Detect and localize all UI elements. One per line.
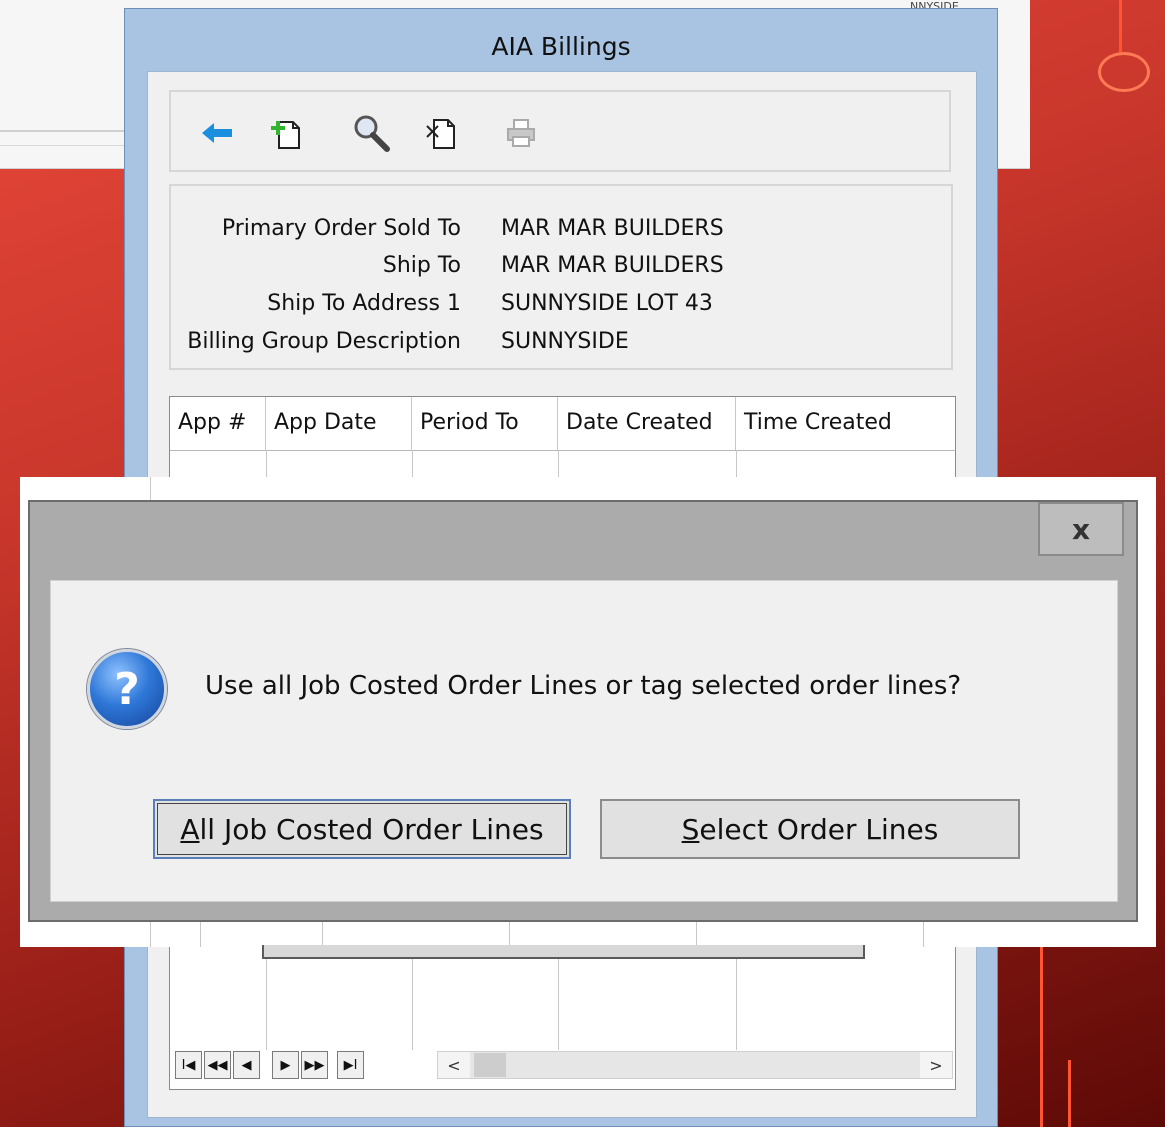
select-order-lines-button[interactable]: Select Order Lines [600,799,1020,859]
confirmation-dialog: x ? Use all Job Costed Order Lines or ta… [28,500,1138,922]
column-header-date-created[interactable]: Date Created [558,397,736,450]
column-header-period-to[interactable]: Period To [412,397,558,450]
button-accelerator: A [180,812,200,846]
delete-document-icon[interactable] [421,114,461,152]
billing-group-description-label: Billing Group Description [187,329,461,354]
scroll-left-button[interactable]: < [438,1052,470,1078]
grid-navigation-bar: I◀ ◀◀ ◀ ▶ ▶▶ ▶I < > [175,1051,953,1081]
decorative-line [1119,0,1122,52]
ship-to-value: MAR MAR BUILDERS [501,253,724,278]
column-header-app-date[interactable]: App Date [266,397,412,450]
info-row: Ship To MAR MAR BUILDERS [171,253,951,283]
info-row: Primary Order Sold To MAR MAR BUILDERS [171,216,951,246]
next-record-button[interactable]: ▶ [272,1051,299,1079]
first-record-button[interactable]: I◀ [175,1051,202,1079]
toolbar [169,90,951,172]
last-record-button[interactable]: ▶I [337,1051,364,1079]
all-job-costed-order-lines-button[interactable]: All Job Costed Order Lines [153,799,571,859]
dialog-message: Use all Job Costed Order Lines or tag se… [205,671,962,701]
decorative-line [1068,1060,1071,1127]
order-info-panel: Primary Order Sold To MAR MAR BUILDERS S… [169,184,953,370]
scroll-right-button[interactable]: > [920,1052,952,1078]
previous-page-button[interactable]: ◀◀ [204,1051,231,1079]
search-icon[interactable] [351,114,391,152]
column-header-app-number[interactable]: App # [170,397,266,450]
horizontal-scrollbar[interactable]: < > [437,1051,953,1079]
dialog-body: ? Use all Job Costed Order Lines or tag … [50,580,1118,902]
new-document-icon[interactable] [266,114,306,152]
previous-record-button[interactable]: ◀ [233,1051,260,1079]
close-button[interactable]: x [1038,502,1124,556]
button-accelerator: S [681,812,700,846]
decorative-circle [1098,52,1150,92]
primary-order-sold-to-value: MAR MAR BUILDERS [501,216,724,241]
ship-to-label: Ship To [382,253,461,278]
print-icon[interactable] [501,114,541,152]
grid-header: App # App Date Period To Date Created Ti… [170,397,955,451]
ship-to-address-label: Ship To Address 1 [267,291,461,316]
button-label: elect Order Lines [699,812,939,846]
column-header-time-created[interactable]: Time Created [736,397,955,450]
question-icon: ? [87,649,167,729]
decorative-line [1040,940,1043,1127]
back-arrow-icon[interactable] [197,114,237,152]
ship-to-address-value: SUNNYSIDE LOT 43 [501,291,713,316]
primary-order-sold-to-label: Primary Order Sold To [221,216,461,241]
billing-group-description-value: SUNNYSIDE [501,329,629,354]
scroll-thumb[interactable] [474,1053,506,1077]
next-page-button[interactable]: ▶▶ [301,1051,328,1079]
button-label: ll Job Costed Order Lines [199,812,544,846]
background-grid-bar [262,945,865,959]
info-row: Billing Group Description SUNNYSIDE [171,329,951,359]
info-row: Ship To Address 1 SUNNYSIDE LOT 43 [171,291,951,321]
window-title: AIA Billings [491,32,631,61]
